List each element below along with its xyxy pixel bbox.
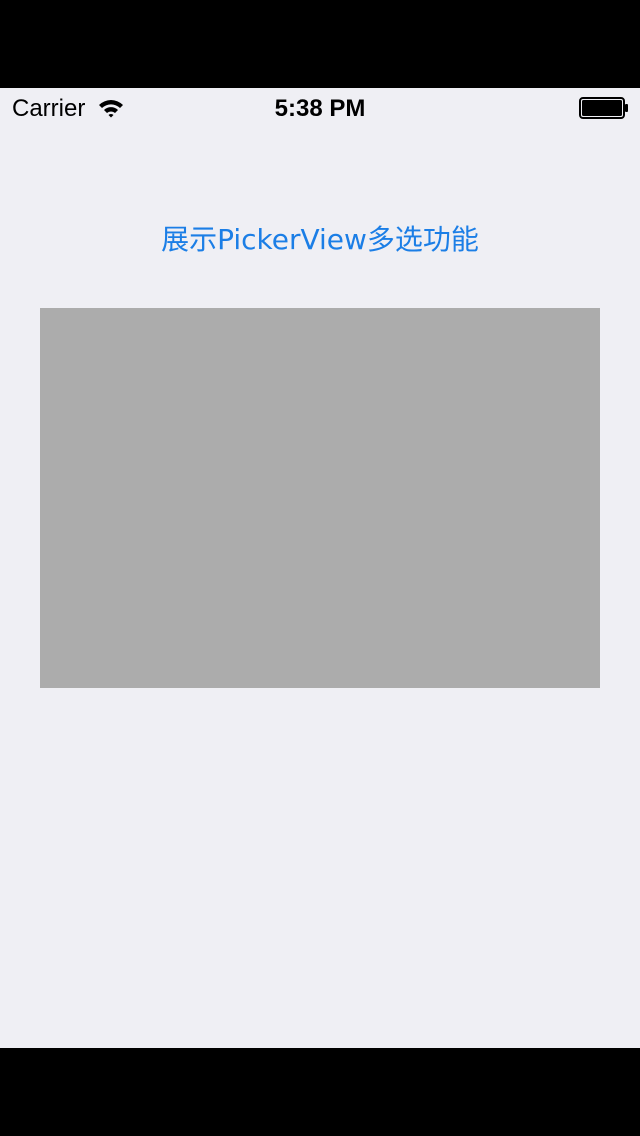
top-letterbox (0, 0, 640, 88)
status-bar: Carrier 5:38 PM (0, 88, 640, 128)
app-screen: Carrier 5:38 PM 展示PickerView多选功能 (0, 88, 640, 1048)
show-picker-button[interactable]: 展示PickerView多选功能 (120, 216, 520, 264)
status-time: 5:38 PM (274, 95, 366, 122)
picker-view[interactable] (40, 308, 600, 688)
bottom-letterbox (0, 1048, 640, 1136)
battery-icon (579, 97, 629, 119)
